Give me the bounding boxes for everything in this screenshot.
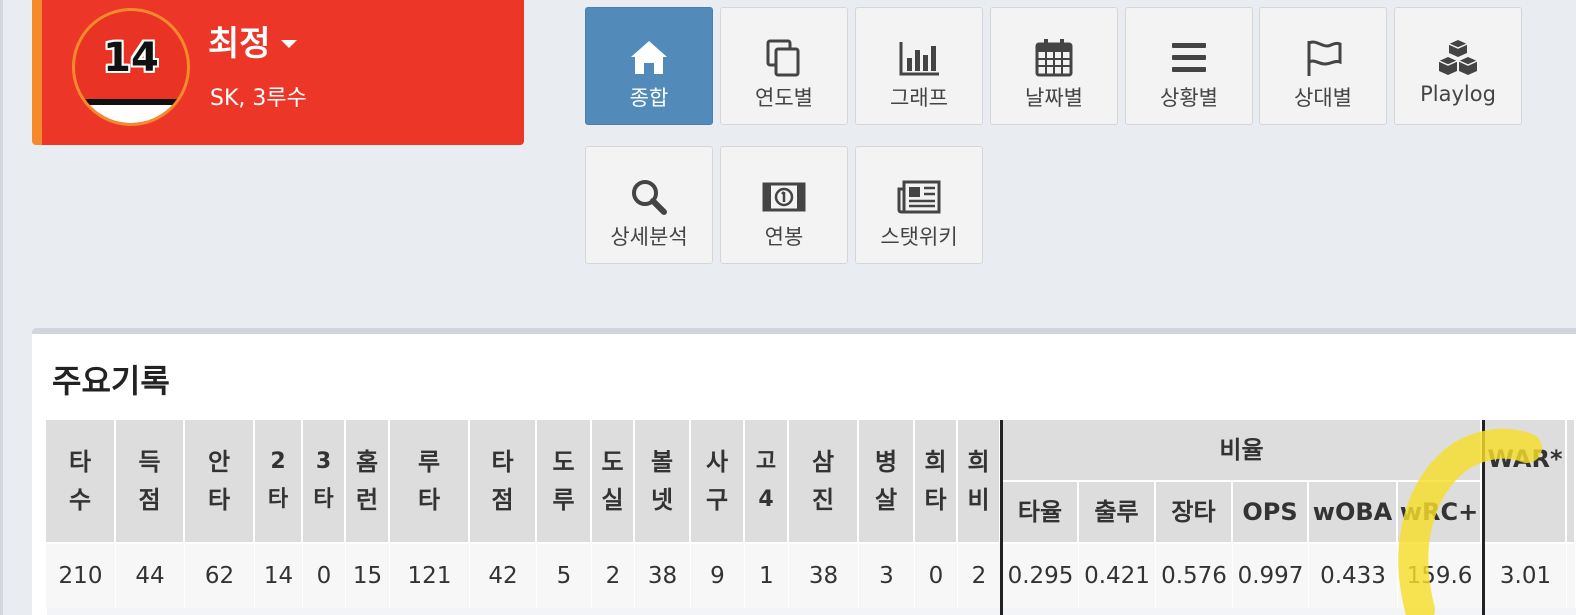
- panel-title: 주요기록: [52, 362, 170, 400]
- stat-header: 병 살: [859, 420, 915, 544]
- yellow-marker-annotation: [1398, 428, 1542, 615]
- stat-value: 3: [859, 544, 915, 608]
- cubes-icon: [1438, 40, 1478, 75]
- stat-header: 타 점: [470, 420, 537, 544]
- stat-value: 121: [390, 544, 470, 608]
- stat-header: 도 실: [592, 420, 635, 544]
- nav-tile-detail-analysis[interactable]: 상세분석: [585, 146, 713, 264]
- stat-value: 5: [537, 544, 592, 608]
- stat-value: 1: [745, 544, 789, 608]
- player-name-dropdown[interactable]: 최정: [208, 16, 297, 65]
- main-stats-panel: 주요기록 타 수 210 득 점 44 안 타 62 2 타 14 3 타0홈 런 15 루 타 12…: [32, 328, 1576, 615]
- money-icon: [762, 182, 806, 212]
- nav-tile-situation[interactable]: 상황별: [1125, 7, 1253, 125]
- stat-value: 210: [46, 544, 116, 608]
- stat-header: 홈 런: [346, 420, 390, 544]
- home-icon: [631, 41, 667, 74]
- stat-header: 볼 넷: [635, 420, 691, 544]
- player-name: 최정: [208, 24, 271, 64]
- stats-table: 타 수 210 득 점 44 안 타 62 2 타 14 3 타0홈 런 15 루 타 121 타 점4…: [46, 420, 1576, 615]
- nav-label: 스탯위키: [880, 225, 958, 249]
- nav-label: 종합: [629, 86, 669, 110]
- nav-tile-stat-wiki[interactable]: 스탯위키: [855, 146, 983, 264]
- stat-value: 44: [116, 544, 185, 608]
- nav-tile-playlog[interactable]: Playlog: [1394, 7, 1522, 125]
- stat-value: 15: [346, 544, 390, 608]
- nav-label: 날짜별: [1025, 86, 1083, 110]
- stat-header: 희 타: [915, 420, 958, 544]
- nav-tile-salary[interactable]: 연봉: [720, 146, 848, 264]
- stat-header: 희 비: [958, 420, 1001, 544]
- nav-label: 연도별: [755, 86, 813, 110]
- bars-icon: [1172, 43, 1206, 72]
- ratio-header: 출루: [1079, 482, 1156, 544]
- jersey-number: 14: [103, 35, 159, 81]
- nav-label: 상대별: [1294, 86, 1352, 110]
- bar-chart-icon: [899, 42, 939, 76]
- stat-header: 루 타: [390, 420, 470, 544]
- stat-value: 38: [635, 544, 691, 608]
- stat-value: 0: [303, 544, 346, 608]
- ratio-value: 0.576: [1156, 544, 1233, 608]
- ratio-value: 0.421: [1079, 544, 1156, 608]
- left-edge-strip: [0, 0, 3, 615]
- nav-tile-opponent[interactable]: 상대별: [1259, 7, 1387, 125]
- stat-header: 2 타: [255, 420, 303, 544]
- calendar-icon: [1035, 39, 1073, 77]
- stat-value: 42: [470, 544, 537, 608]
- ratio-value: 0.997: [1233, 544, 1309, 608]
- stat-header: 타 수: [46, 420, 116, 544]
- player-card: 14 최정 SK, 3루수: [32, 0, 524, 145]
- ratio-value: 0.433: [1309, 544, 1398, 608]
- stat-value: 38: [789, 544, 859, 608]
- stat-header: 고 4: [745, 420, 789, 544]
- nav-tile-summary[interactable]: 종합: [585, 7, 713, 125]
- ratio-header: 장타: [1156, 482, 1233, 544]
- newspaper-icon: [897, 180, 941, 214]
- nav-label: 연봉: [764, 225, 804, 249]
- jersey-number-badge: 14: [72, 8, 190, 126]
- ratio-header: OPS: [1233, 482, 1309, 544]
- stat-value: 2: [958, 544, 1001, 608]
- stat-header: 득 점: [116, 420, 185, 544]
- nav-tile-graph[interactable]: 그래프: [855, 7, 983, 125]
- copy-icon: [766, 39, 800, 77]
- flag-icon: [1307, 40, 1342, 76]
- search-icon: [632, 180, 667, 215]
- player-team-position: SK, 3루수: [210, 86, 307, 111]
- stat-header: 3 타: [303, 420, 346, 544]
- stat-header: 삼 진: [789, 420, 859, 544]
- nav-tile-by-date[interactable]: 날짜별: [990, 7, 1118, 125]
- stat-value-overflow: [1567, 544, 1576, 608]
- ratio-header: 타율: [1003, 482, 1079, 544]
- stat-header-overflow: [1567, 420, 1576, 544]
- stat-header: 사 구: [691, 420, 745, 544]
- ratio-header: wOBA: [1309, 482, 1398, 544]
- stat-header: 안 타: [185, 420, 255, 544]
- stat-value: 2: [592, 544, 635, 608]
- nav-label: 상황별: [1160, 86, 1218, 110]
- nav-label: 상세분석: [610, 225, 688, 249]
- ratio-value: 0.295: [1003, 544, 1079, 608]
- nav-label: Playlog: [1420, 82, 1496, 106]
- caret-down-icon: [280, 39, 297, 48]
- nav-label: 그래프: [890, 86, 948, 110]
- stat-value: 14: [255, 544, 303, 608]
- stat-value: 62: [185, 544, 255, 608]
- stat-value: 0: [915, 544, 958, 608]
- nav-tile-yearly[interactable]: 연도별: [720, 7, 848, 125]
- stat-value: 9: [691, 544, 745, 608]
- stat-header: 도 루: [537, 420, 592, 544]
